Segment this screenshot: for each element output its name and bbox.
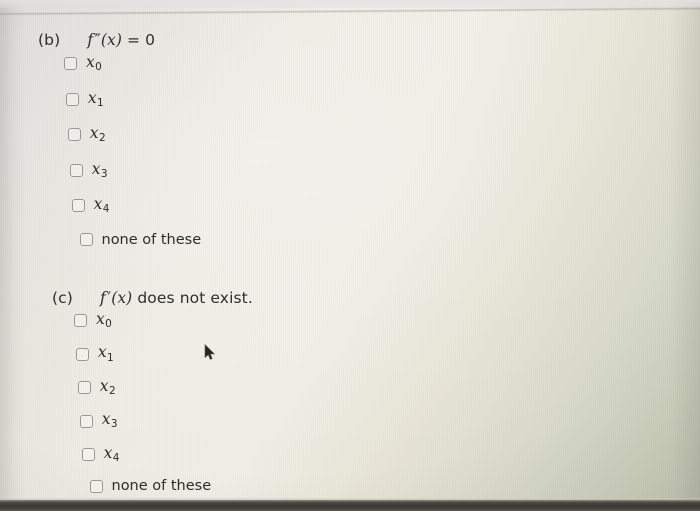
section-c-expression: f′(x) does not exist. bbox=[100, 288, 253, 307]
option-subscript: 1 bbox=[107, 351, 114, 364]
checkbox-c-none-of-these[interactable] bbox=[89, 479, 103, 493]
section-c-label: (c) bbox=[52, 289, 73, 307]
quiz-content: (b) f″(x) = 0 x0 x1 x2 x3 x4 none of these (c) f′… bbox=[0, 0, 700, 511]
option-subscript: 0 bbox=[95, 61, 102, 74]
option-c-x3[interactable]: x3 bbox=[79, 410, 118, 431]
option-c-x2[interactable]: x2 bbox=[77, 376, 116, 397]
option-label-c-x1: x1 bbox=[97, 343, 114, 364]
section-c-heading: (c) f′(x) does not exist. bbox=[52, 288, 253, 307]
function-symbol: f bbox=[87, 30, 94, 49]
mouse-pointer-icon bbox=[204, 344, 216, 360]
checkbox-b-x1[interactable] bbox=[65, 92, 79, 106]
option-label-b-x2: x2 bbox=[89, 124, 106, 145]
option-c-x0[interactable]: x0 bbox=[74, 310, 112, 331]
expression-tail: does not exist. bbox=[132, 289, 253, 307]
section-b-heading: (b) f″(x) = 0 bbox=[38, 30, 155, 49]
checkbox-b-x2[interactable] bbox=[67, 128, 81, 142]
expression-tail: = 0 bbox=[121, 31, 156, 49]
option-b-x4[interactable]: x4 bbox=[71, 195, 110, 216]
option-label-c-none-of-these: none of these bbox=[111, 478, 212, 494]
option-b-none-of-these[interactable]: none of these bbox=[79, 231, 202, 248]
checkbox-c-x1[interactable] bbox=[75, 347, 89, 361]
option-c-x1[interactable]: x1 bbox=[75, 343, 114, 364]
option-subscript: 4 bbox=[112, 451, 120, 464]
function-argument: (x) bbox=[100, 31, 122, 49]
option-label-b-x3: x3 bbox=[91, 159, 108, 180]
option-subscript: 3 bbox=[110, 418, 118, 431]
option-c-none-of-these[interactable]: none of these bbox=[89, 478, 212, 494]
option-label-c-x2: x2 bbox=[99, 376, 116, 397]
section-b-label: (b) bbox=[38, 31, 61, 49]
checkbox-c-x2[interactable] bbox=[77, 381, 91, 395]
option-b-x3[interactable]: x3 bbox=[69, 159, 108, 180]
checkbox-c-x4[interactable] bbox=[81, 447, 95, 461]
checkbox-c-x0[interactable] bbox=[74, 314, 87, 328]
option-b-x1[interactable]: x1 bbox=[65, 88, 104, 109]
option-subscript: 1 bbox=[97, 96, 104, 109]
option-b-x0[interactable]: x0 bbox=[64, 53, 102, 74]
option-subscript: 0 bbox=[105, 318, 112, 331]
option-label-b-x1: x1 bbox=[87, 88, 104, 109]
option-label-b-none-of-these: none of these bbox=[101, 231, 202, 248]
section-b-expression: f″(x) = 0 bbox=[87, 30, 155, 49]
option-label-b-x4: x4 bbox=[93, 195, 110, 216]
function-symbol: f bbox=[99, 288, 106, 307]
option-subscript: 3 bbox=[100, 167, 108, 180]
option-label-c-x3: x3 bbox=[101, 410, 118, 431]
option-label-c-x0: x0 bbox=[96, 310, 112, 331]
checkbox-b-none-of-these[interactable] bbox=[79, 233, 93, 247]
option-b-x2[interactable]: x2 bbox=[67, 124, 106, 145]
option-subscript: 2 bbox=[98, 132, 106, 145]
option-label-b-x0: x0 bbox=[86, 53, 102, 74]
screenshot-root: (b) f″(x) = 0 x0 x1 x2 x3 x4 none of these (c) f′… bbox=[0, 0, 700, 511]
checkbox-c-x3[interactable] bbox=[79, 414, 93, 428]
option-c-x4[interactable]: x4 bbox=[81, 443, 120, 464]
checkbox-b-x4[interactable] bbox=[71, 199, 85, 213]
checkbox-b-x3[interactable] bbox=[69, 163, 83, 177]
option-subscript: 4 bbox=[102, 203, 110, 216]
option-subscript: 2 bbox=[108, 384, 116, 397]
option-label-c-x4: x4 bbox=[103, 443, 120, 464]
function-argument: (x) bbox=[111, 289, 133, 307]
checkbox-b-x0[interactable] bbox=[64, 57, 77, 71]
